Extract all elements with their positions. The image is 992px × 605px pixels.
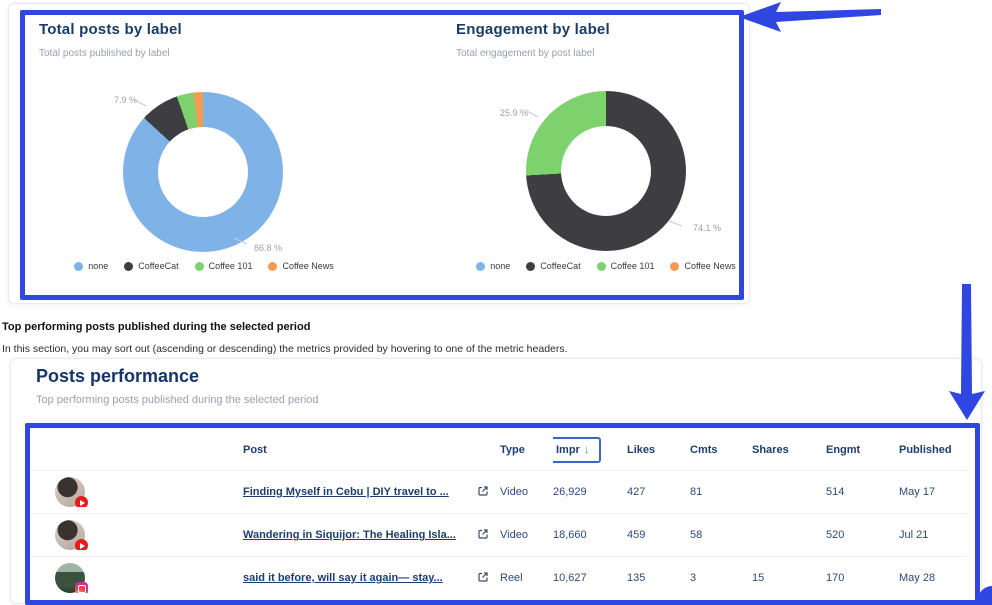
cell-type: Video — [500, 486, 553, 498]
avatar-cell — [30, 477, 243, 507]
legend-label: Coffee 101 — [611, 261, 655, 271]
cell-likes: 459 — [627, 529, 690, 541]
legend-label: Coffee 101 — [209, 261, 253, 271]
table-row: Wandering in Siquijor: The Healing Isla.… — [30, 513, 967, 556]
legend-dot-icon — [124, 262, 133, 271]
legend-item-none[interactable]: none — [476, 261, 510, 271]
legend-item-coffee101[interactable]: Coffee 101 — [195, 261, 253, 271]
impr-sort-box[interactable]: Impr ↓ — [553, 437, 601, 463]
table-header-row: Post Type Impr↓ Likes Cmts Shares Engmt … — [30, 429, 967, 470]
cell-impr: 10,627 — [553, 572, 627, 584]
posts-table: Post Type Impr↓ Likes Cmts Shares Engmt … — [30, 429, 967, 599]
post-link[interactable]: Wandering in Siquijor: The Healing Isla.… — [243, 529, 456, 541]
dashboard-page: Total posts by label Total posts publish… — [0, 0, 992, 605]
cell-impr: 26,929 — [553, 486, 627, 498]
chart1-subtitle: Total posts published by label — [39, 48, 170, 59]
legend-item-coffeecat[interactable]: CoffeeCat — [124, 261, 178, 271]
legend-dot-icon — [670, 262, 679, 271]
cell-cmts: 58 — [690, 529, 752, 541]
header-likes[interactable]: Likes — [627, 444, 690, 456]
avatar[interactable] — [55, 520, 85, 550]
youtube-icon — [75, 539, 88, 550]
chart2-slice-label: 25.9 % — [471, 108, 528, 118]
external-link-icon[interactable] — [477, 485, 489, 497]
legend-dot-icon — [476, 262, 485, 271]
legend-item-coffeecat[interactable]: CoffeeCat — [526, 261, 580, 271]
table-row: Finding Myself in Cebu | DIY travel to .… — [30, 470, 967, 513]
post-link[interactable]: said it before, will say it again— stay.… — [243, 572, 443, 584]
posts-performance-subtitle: Top performing posts published during th… — [36, 394, 319, 406]
posts-performance-title: Posts performance — [36, 366, 199, 387]
donut-chart-posts[interactable] — [123, 92, 283, 252]
legend-item-coffeenews[interactable]: Coffee News — [670, 261, 735, 271]
chart2-legend: none CoffeeCat Coffee 101 Coffee News — [441, 261, 771, 271]
chart2-title: Engagement by label — [456, 21, 610, 38]
legend-label: none — [88, 261, 108, 271]
chart1-title: Total posts by label — [39, 21, 182, 38]
legend-item-coffeenews[interactable]: Coffee News — [268, 261, 333, 271]
cell-type: Video — [500, 529, 553, 541]
avatar[interactable] — [55, 563, 85, 593]
legend-dot-icon — [526, 262, 535, 271]
header-post[interactable]: Post — [243, 444, 477, 456]
cell-published: May 17 — [899, 486, 967, 498]
chart1-slice-label: 7.9 % — [79, 95, 137, 105]
chart1-legend: none CoffeeCat Coffee 101 Coffee News — [39, 261, 369, 271]
annotation-arrow-left-icon — [739, 2, 881, 32]
post-link[interactable]: Finding Myself in Cebu | DIY travel to .… — [243, 486, 449, 498]
donut-chart-engagement[interactable] — [526, 91, 686, 251]
cell-shares: 15 — [752, 572, 826, 584]
cell-engmt: 170 — [826, 572, 899, 584]
legend-label: Coffee News — [282, 261, 333, 271]
cell-cmts: 3 — [690, 572, 752, 584]
chart2-slice-label: 74.1 % — [693, 223, 721, 233]
chart1-slice-label: 86.8 % — [254, 243, 282, 253]
legend-dot-icon — [597, 262, 606, 271]
doc-paragraph: In this section, you may sort out (ascen… — [2, 343, 568, 355]
header-shares[interactable]: Shares — [752, 444, 826, 456]
cell-published: Jul 21 — [899, 529, 967, 541]
avatar-cell — [30, 563, 243, 593]
cell-cmts: 81 — [690, 486, 752, 498]
table-row: said it before, will say it again— stay.… — [30, 556, 967, 599]
cell-likes: 427 — [627, 486, 690, 498]
instagram-icon — [75, 582, 88, 593]
legend-dot-icon — [195, 262, 204, 271]
chart2-subtitle: Total engagement by post label — [456, 48, 594, 59]
external-link-icon[interactable] — [477, 571, 489, 583]
header-impr-label: Impr — [556, 444, 580, 456]
legend-label: CoffeeCat — [138, 261, 178, 271]
legend-dot-icon — [74, 262, 83, 271]
cell-impr: 18,660 — [553, 529, 627, 541]
doc-heading: Top performing posts published during th… — [2, 321, 310, 333]
youtube-icon — [75, 496, 88, 507]
external-link-icon[interactable] — [477, 528, 489, 540]
header-impr[interactable]: Impr ↓ — [553, 437, 627, 463]
legend-label: Coffee News — [684, 261, 735, 271]
header-cmts[interactable]: Cmts — [690, 444, 752, 456]
legend-item-coffee101[interactable]: Coffee 101 — [597, 261, 655, 271]
avatar[interactable] — [55, 477, 85, 507]
header-type[interactable]: Type — [500, 444, 553, 456]
legend-label: CoffeeCat — [540, 261, 580, 271]
legend-item-none[interactable]: none — [74, 261, 108, 271]
charts-card: Total posts by label Total posts publish… — [8, 3, 750, 304]
sort-desc-icon[interactable]: ↓ — [584, 444, 590, 456]
legend-dot-icon — [268, 262, 277, 271]
avatar-cell — [30, 520, 243, 550]
header-engmt[interactable]: Engmt — [826, 444, 899, 456]
cell-engmt: 520 — [826, 529, 899, 541]
cell-likes: 135 — [627, 572, 690, 584]
header-published[interactable]: Published — [899, 444, 967, 456]
cell-type: Reel — [500, 572, 553, 584]
legend-label: none — [490, 261, 510, 271]
cell-published: May 28 — [899, 572, 967, 584]
cell-engmt: 514 — [826, 486, 899, 498]
